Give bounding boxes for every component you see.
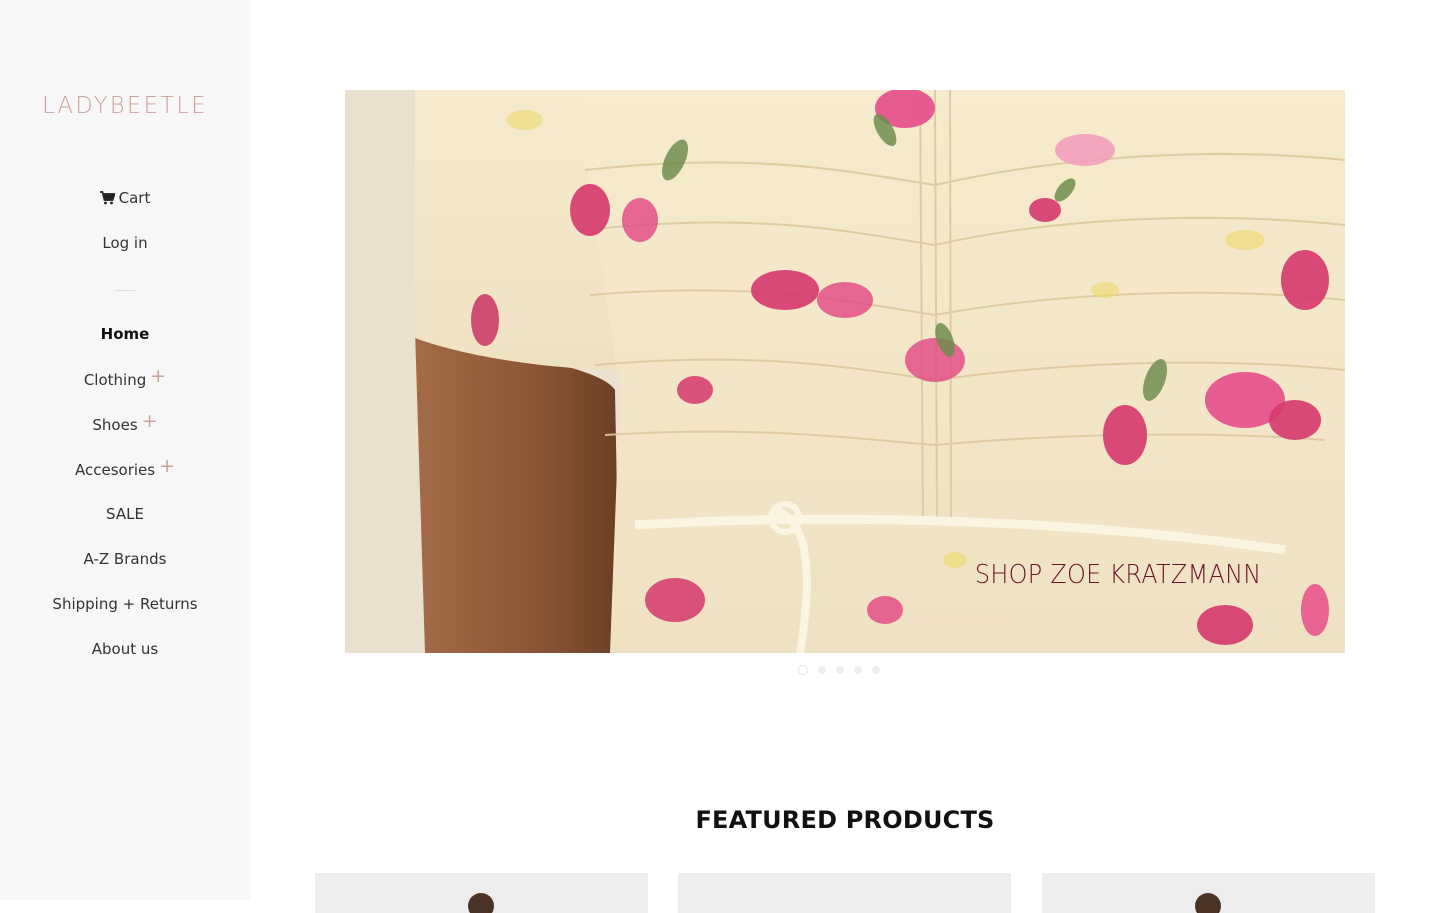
sidebar-divider	[115, 290, 135, 291]
nav-item-label: Shipping + Returns	[52, 595, 198, 613]
nav-item-label: Accesories	[74, 461, 156, 479]
sidebar: LADYBEETLE Cart Log in Home Clothing + Sh…	[0, 0, 250, 900]
nav-item-shipping[interactable]: Shipping + Returns	[0, 595, 250, 613]
nav-item-label: Shoes	[92, 416, 138, 434]
slider-dot[interactable]	[854, 666, 862, 674]
slider-dot[interactable]	[872, 666, 880, 674]
nav-item-home[interactable]: Home	[0, 325, 250, 343]
slider-pagination	[798, 664, 880, 676]
hero-caption[interactable]: SHOP ZOE KRATZMANN	[974, 560, 1261, 590]
nav-item-accesories[interactable]: Accesories +	[0, 457, 250, 480]
product-card[interactable]	[1042, 873, 1375, 913]
expand-plus-icon[interactable]: +	[150, 365, 166, 387]
nav-item-label: About us	[91, 640, 159, 658]
product-card[interactable]	[678, 873, 1011, 913]
product-image	[468, 893, 494, 913]
slider-dot[interactable]	[798, 665, 808, 675]
nav-item-label: A-Z Brands	[83, 550, 167, 568]
nav-item-label: Home	[100, 325, 150, 343]
nav-item-brands[interactable]: A-Z Brands	[0, 550, 250, 568]
cart-link[interactable]: Cart	[0, 189, 250, 207]
nav-item-clothing[interactable]: Clothing +	[0, 367, 250, 390]
login-link[interactable]: Log in	[0, 234, 250, 252]
expand-plus-icon[interactable]: +	[159, 455, 175, 477]
nav-item-about[interactable]: About us	[0, 640, 250, 658]
slider-dot[interactable]	[818, 666, 826, 674]
nav-item-shoes[interactable]: Shoes +	[0, 412, 250, 435]
slider-dot[interactable]	[836, 666, 844, 674]
cart-label: Cart	[118, 189, 151, 207]
expand-plus-icon[interactable]: +	[142, 410, 158, 432]
nav-item-label: SALE	[106, 505, 144, 523]
product-image	[1195, 893, 1221, 913]
nav-item-label: Clothing	[83, 371, 147, 389]
hero-slide[interactable]: SHOP ZOE KRATZMANN	[345, 90, 1345, 653]
product-card[interactable]	[315, 873, 648, 913]
cart-icon	[99, 191, 115, 205]
store-logo[interactable]: LADYBEETLE	[3, 93, 248, 119]
nav-item-sale[interactable]: SALE	[0, 505, 250, 523]
featured-products-heading: FEATURED PRODUCTS	[695, 806, 995, 834]
